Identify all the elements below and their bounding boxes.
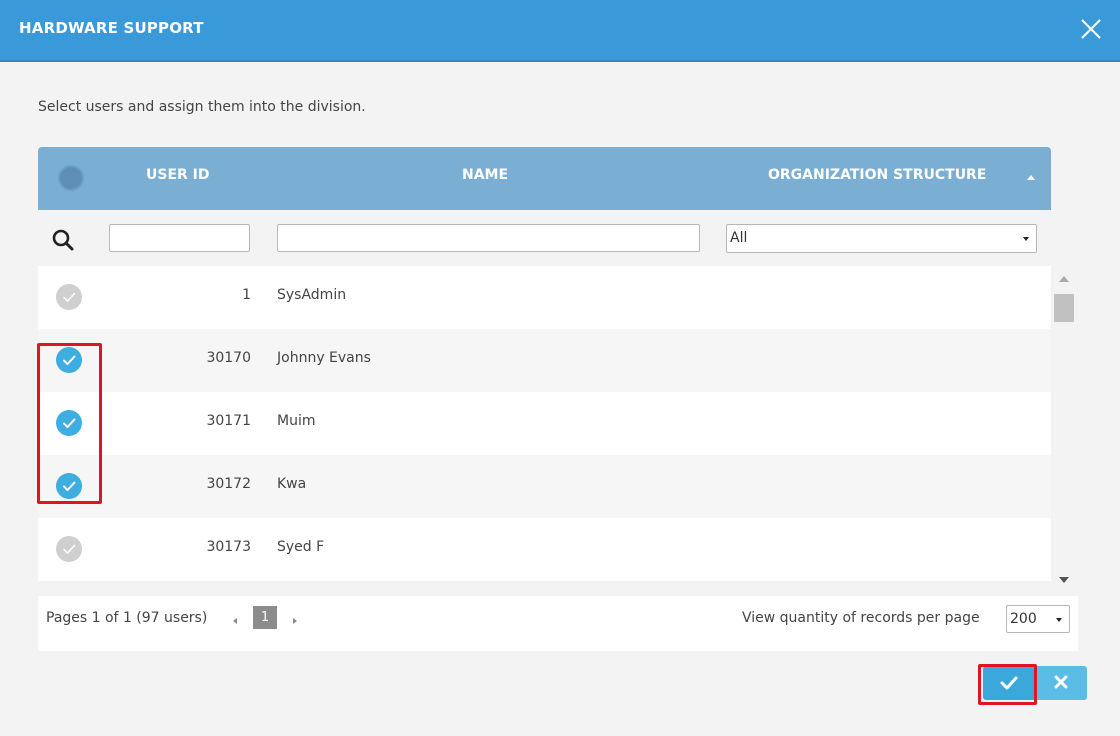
scroll-up-arrow-icon[interactable] [1059, 276, 1069, 282]
close-button[interactable] [1078, 16, 1104, 42]
check-icon [63, 481, 76, 491]
table-row[interactable]: 30173 Syed F [38, 518, 1051, 581]
row-checkbox[interactable] [56, 473, 82, 499]
table-row[interactable]: 30172 Kwa [38, 455, 1051, 518]
column-header-organization-structure[interactable]: ORGANIZATION STRUCTURE [768, 167, 986, 183]
user-id-cell: 30170 [206, 350, 251, 366]
prev-page-arrow-icon[interactable] [233, 618, 237, 624]
per-page-select[interactable]: 200 [1006, 605, 1070, 633]
row-checkbox[interactable] [56, 536, 82, 562]
per-page-value: 200 [1010, 611, 1037, 627]
close-icon [1081, 19, 1101, 39]
table-scrollbar[interactable] [1051, 266, 1078, 590]
column-header-name[interactable]: NAME [462, 167, 508, 183]
user-id-cell: 30172 [206, 476, 251, 492]
table-header: USER ID NAME ORGANIZATION STRUCTURE [38, 147, 1051, 210]
name-cell: SysAdmin [277, 287, 347, 303]
cancel-button[interactable] [1036, 666, 1087, 700]
row-checkbox[interactable] [56, 410, 82, 436]
table-row[interactable]: 30170 Johnny Evans [38, 329, 1051, 392]
users-table: USER ID NAME ORGANIZATION STRUCTURE All … [38, 147, 1051, 581]
user-id-cell: 1 [242, 287, 251, 303]
next-page-arrow-icon[interactable] [293, 618, 297, 624]
dropdown-caret-icon [1023, 237, 1029, 241]
dialog-titlebar: HARDWARE SUPPORT [0, 0, 1120, 62]
organization-filter-select[interactable]: All [726, 224, 1037, 253]
name-cell: Kwa [277, 476, 307, 492]
user-id-filter-input[interactable] [109, 224, 250, 252]
dialog-title: HARDWARE SUPPORT [19, 19, 204, 37]
table-body: 1 SysAdmin 30170 Johnny Evans 30171 Muim… [38, 266, 1051, 581]
organization-filter-value: All [730, 230, 748, 246]
search-icon[interactable] [51, 228, 75, 252]
instructions-text: Select users and assign them into the di… [38, 99, 366, 115]
check-icon [63, 418, 76, 428]
row-checkbox[interactable] [56, 284, 82, 310]
check-icon [63, 292, 76, 302]
column-header-user-id[interactable]: USER ID [146, 167, 210, 183]
check-icon [63, 355, 76, 365]
pagination-bar: Pages 1 of 1 (97 users) 1 View quantity … [38, 596, 1078, 651]
row-checkbox[interactable] [56, 347, 82, 373]
scroll-thumb[interactable] [1054, 294, 1074, 322]
filter-row: All [38, 210, 1051, 266]
name-filter-input[interactable] [277, 224, 700, 252]
x-icon [1054, 675, 1068, 689]
pagination-summary: Pages 1 of 1 (97 users) [46, 610, 208, 626]
scroll-down-arrow-icon[interactable] [1059, 577, 1069, 583]
per-page-label: View quantity of records per page [742, 610, 980, 626]
dropdown-caret-icon [1056, 618, 1062, 622]
table-row[interactable]: 30171 Muim [38, 392, 1051, 455]
sort-up-icon[interactable] [1027, 175, 1035, 180]
page-number-button[interactable]: 1 [253, 606, 277, 629]
check-icon [63, 544, 76, 554]
name-cell: Johnny Evans [277, 350, 371, 366]
user-id-cell: 30171 [206, 413, 251, 429]
table-row[interactable]: 1 SysAdmin [38, 266, 1051, 329]
confirm-button[interactable] [983, 666, 1036, 700]
user-id-cell: 30173 [206, 539, 251, 555]
name-cell: Muim [277, 413, 316, 429]
select-all-checkbox[interactable] [58, 165, 84, 191]
check-icon [1000, 676, 1018, 690]
name-cell: Syed F [277, 539, 325, 555]
